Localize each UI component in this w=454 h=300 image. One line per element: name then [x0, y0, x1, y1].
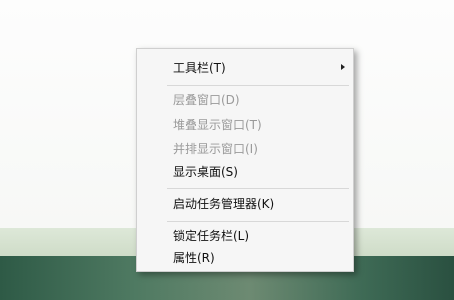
menu-separator [167, 85, 349, 86]
menu-item-cascade-windows[interactable]: 层叠窗口(D) [173, 91, 240, 109]
menu-item-show-desktop[interactable]: 显示桌面(S) [173, 163, 238, 181]
menu-item-properties[interactable]: 属性(R) [173, 249, 215, 267]
menu-item-stack-windows[interactable]: 堆叠显示窗口(T) [173, 116, 262, 134]
menu-item-lock-taskbar[interactable]: 锁定任务栏(L) [173, 227, 249, 245]
menu-item-toolbars[interactable]: 工具栏(T) [173, 59, 226, 77]
menu-separator [167, 188, 349, 189]
submenu-arrow-icon [341, 64, 345, 70]
taskbar-context-menu: 工具栏(T) 层叠窗口(D) 堆叠显示窗口(T) 并排显示窗口(I) 显示桌面(… [136, 48, 354, 272]
menu-separator [167, 221, 349, 222]
menu-item-side-by-side-windows[interactable]: 并排显示窗口(I) [173, 140, 258, 158]
menu-item-task-manager[interactable]: 启动任务管理器(K) [173, 195, 274, 213]
